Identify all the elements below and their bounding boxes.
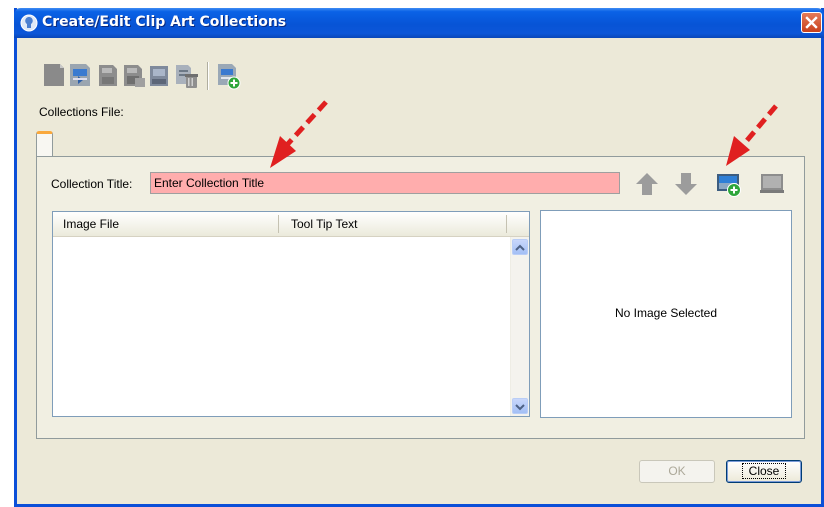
import-icon[interactable] — [215, 60, 241, 90]
save-icon[interactable] — [95, 60, 121, 90]
move-up-icon[interactable] — [633, 170, 661, 198]
delete-icon[interactable] — [173, 60, 199, 90]
column-header-image-file[interactable]: Image File — [63, 217, 119, 231]
title-bar[interactable]: Create/Edit Clip Art Collections — [14, 8, 824, 38]
vertical-scrollbar[interactable] — [510, 237, 529, 416]
new-collection-file-icon[interactable] — [41, 60, 67, 90]
toolbar-separator — [207, 62, 209, 90]
save-as-icon[interactable] — [121, 60, 147, 90]
close-button-label: Close — [741, 463, 787, 479]
close-icon — [805, 16, 818, 29]
collections-file-label: Collections File: — [39, 105, 124, 119]
close-button[interactable]: Close — [726, 460, 802, 483]
window-title: Create/Edit Clip Art Collections — [42, 14, 287, 30]
app-icon — [20, 14, 38, 32]
scroll-down-button[interactable] — [512, 398, 528, 414]
collection-title-label: Collection Title: — [51, 177, 133, 191]
chevron-up-icon — [515, 244, 525, 251]
column-divider[interactable] — [278, 215, 279, 233]
remove-image-icon[interactable] — [758, 170, 786, 198]
chevron-down-icon — [515, 404, 525, 411]
no-image-selected-text: No Image Selected — [614, 306, 718, 320]
column-header-tool-tip-text[interactable]: Tool Tip Text — [291, 217, 357, 231]
image-list-table[interactable]: Image File Tool Tip Text — [52, 211, 530, 417]
column-divider[interactable] — [506, 215, 507, 233]
table-header: Image File Tool Tip Text — [53, 212, 529, 237]
move-down-icon[interactable] — [672, 170, 700, 198]
scroll-up-button[interactable] — [512, 239, 528, 255]
collection-tab[interactable] — [36, 131, 53, 157]
window-close-button[interactable] — [801, 12, 822, 33]
annotation-arrow-title — [270, 100, 328, 168]
image-preview-pane: No Image Selected — [540, 210, 792, 418]
open-collection-file-icon[interactable] — [67, 60, 93, 90]
annotation-arrow-add — [726, 104, 778, 166]
collection-title-input[interactable]: Enter Collection Title — [150, 172, 620, 194]
close-file-icon[interactable] — [147, 60, 173, 90]
add-image-icon[interactable] — [715, 170, 743, 198]
ok-button[interactable]: OK — [639, 460, 715, 483]
